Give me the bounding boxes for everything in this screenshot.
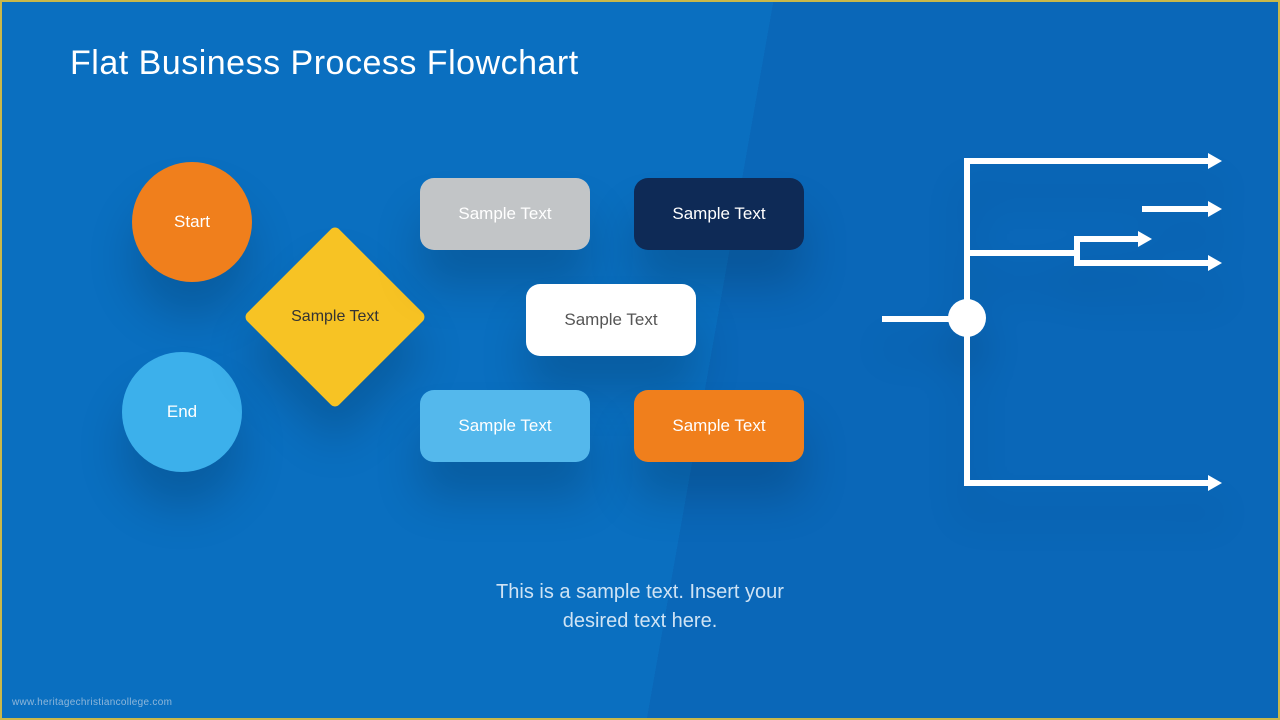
decision-diamond: Sample Text: [270, 252, 400, 382]
arrow-right-icon: [1208, 153, 1222, 169]
process-rect-5: Sample Text: [634, 390, 804, 462]
end-circle: End: [122, 352, 242, 472]
process-rect-2: Sample Text: [634, 178, 804, 250]
end-label: End: [167, 402, 197, 422]
diamond-text: Sample Text: [291, 308, 379, 326]
rect2-label: Sample Text: [672, 204, 765, 224]
branch-line: [964, 250, 1080, 256]
arrow-right-icon: [1138, 231, 1152, 247]
rect1-label: Sample Text: [458, 204, 551, 224]
arrow-right-icon: [1208, 255, 1222, 271]
branch-line: [1074, 236, 1138, 242]
arrow-right-icon: [1208, 475, 1222, 491]
start-label: Start: [174, 212, 210, 232]
watermark-text: www.heritagechristiancollege.com: [12, 697, 172, 708]
branch-line: [964, 158, 970, 486]
rect4-label: Sample Text: [458, 416, 551, 436]
slide-stage: Flat Business Process Flowchart Start En…: [0, 0, 1280, 720]
branch-line: [964, 158, 1208, 164]
slide-title: Flat Business Process Flowchart: [70, 44, 579, 83]
caption-line-2: desired text here.: [563, 610, 718, 632]
arrow-right-icon: [1208, 201, 1222, 217]
start-circle: Start: [132, 162, 252, 282]
rect5-label: Sample Text: [672, 416, 765, 436]
process-rect-3: Sample Text: [526, 284, 696, 356]
diamond-label: Sample Text: [270, 252, 400, 382]
branch-line: [964, 480, 1208, 486]
branch-line: [1074, 260, 1208, 266]
process-rect-1: Sample Text: [420, 178, 590, 250]
caption-line-1: This is a sample text. Insert your: [496, 581, 784, 603]
process-rect-4: Sample Text: [420, 390, 590, 462]
branch-line: [1142, 206, 1208, 212]
slide-caption: This is a sample text. Insert your desir…: [2, 578, 1278, 636]
branch-line: [882, 316, 952, 322]
rect3-label: Sample Text: [564, 310, 657, 330]
branch-graphic: [882, 158, 1252, 488]
